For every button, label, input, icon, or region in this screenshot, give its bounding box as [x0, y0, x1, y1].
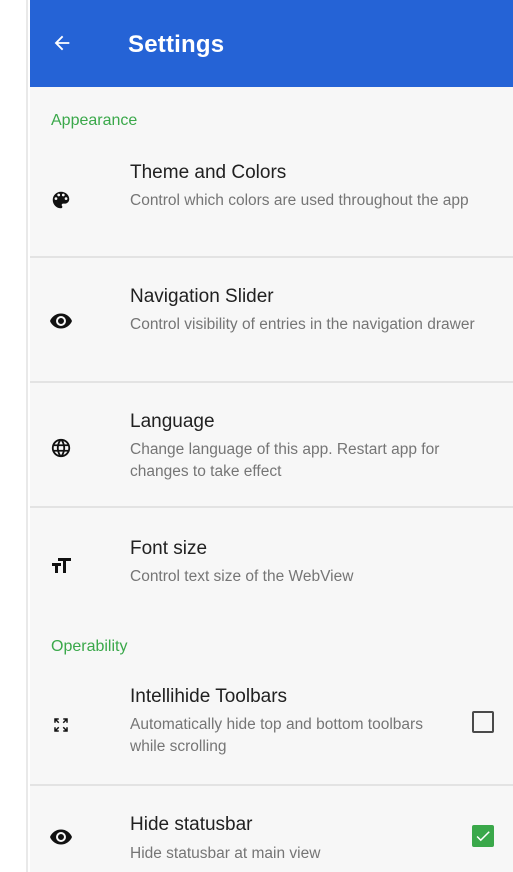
- edge-divider: [26, 0, 28, 872]
- hide-statusbar-checkbox[interactable]: [472, 825, 494, 847]
- app-bar: Settings: [30, 0, 513, 87]
- intellihide-checkbox[interactable]: [472, 711, 494, 733]
- arrow-back-icon: [54, 35, 70, 51]
- setting-title: Hide statusbar: [130, 814, 253, 835]
- checkmark-icon: [476, 831, 490, 842]
- globe-icon: [48, 435, 74, 461]
- background-edge: [0, 0, 30, 872]
- setting-theme-and-colors[interactable]: Theme and Colors Control which colors ar…: [30, 140, 513, 256]
- setting-summary: Control which colors are used throughout…: [130, 192, 469, 209]
- setting-summary: Control text size of the WebView: [130, 568, 354, 585]
- text-size-icon: [48, 553, 74, 579]
- setting-summary: Automatically hide top and bottom toolba…: [130, 716, 423, 755]
- settings-screen: Settings Appearance Theme and Colors Con…: [30, 0, 513, 872]
- back-button[interactable]: [40, 21, 84, 65]
- eye-icon: [48, 308, 74, 334]
- setting-title: Navigation Slider: [130, 286, 274, 307]
- page-title: Settings: [128, 31, 225, 58]
- setting-summary: Control visibility of entries in the nav…: [130, 316, 475, 333]
- setting-title: Theme and Colors: [130, 162, 287, 183]
- setting-font-size[interactable]: Font size Control text size of the WebVi…: [30, 508, 513, 612]
- setting-summary: Hide statusbar at main view: [130, 845, 321, 862]
- setting-navigation-slider[interactable]: Navigation Slider Control visibility of …: [30, 258, 513, 381]
- setting-language[interactable]: Language Change language of this app. Re…: [30, 383, 513, 506]
- setting-title: Intellihide Toolbars: [130, 686, 288, 707]
- palette-icon: [48, 187, 74, 213]
- setting-hide-statusbar[interactable]: Hide statusbar Hide statusbar at main vi…: [30, 786, 513, 872]
- fullscreen-icon: [48, 712, 74, 738]
- setting-intellihide-toolbars[interactable]: Intellihide Toolbars Automatically hide …: [30, 666, 513, 783]
- eye-icon: [48, 824, 74, 850]
- setting-title: Language: [130, 411, 215, 432]
- section-header-operability: Operability: [51, 638, 128, 655]
- setting-summary: Change language of this app. Restart app…: [130, 441, 440, 480]
- setting-title: Font size: [130, 538, 208, 559]
- section-header-appearance: Appearance: [51, 112, 138, 129]
